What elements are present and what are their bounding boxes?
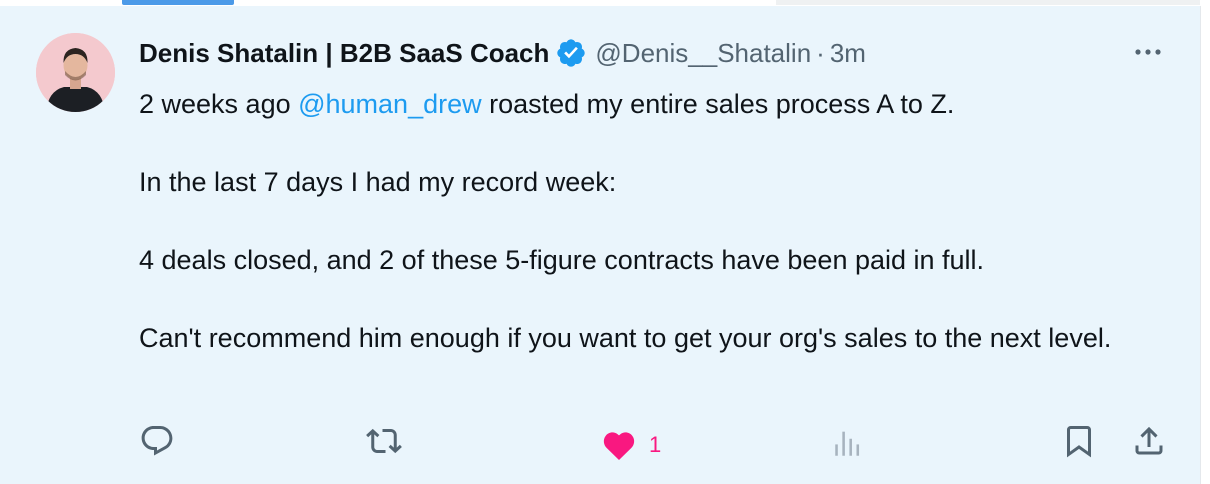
author-name[interactable]: Denis Shatalin | B2B SaaS Coach	[139, 38, 549, 69]
retweet-button[interactable]	[366, 423, 402, 459]
retweet-icon	[366, 428, 402, 454]
tweet-paragraph-1: 2 weeks ago @human_drew roasted my entir…	[139, 85, 1159, 124]
tab-divider	[776, 0, 1200, 5]
tweet-paragraph-2: In the last 7 days I had my record week:	[139, 167, 617, 197]
share-button[interactable]	[1131, 423, 1167, 459]
tweet[interactable]: Denis Shatalin | B2B SaaS Coach @Denis__…	[0, 6, 1201, 484]
mention-link[interactable]: @human_drew	[298, 89, 482, 119]
tweet-paragraph-3: 4 deals closed, and 2 of these 5-figure …	[139, 245, 985, 275]
reply-button[interactable]	[139, 423, 175, 459]
verified-badge-icon[interactable]	[555, 37, 587, 69]
tweet-text: 2 weeks ago @human_drew roasted my entir…	[139, 85, 1159, 358]
more-icon[interactable]	[1130, 40, 1166, 64]
tweet-header: Denis Shatalin | B2B SaaS Coach @Denis__…	[139, 36, 866, 70]
views-button[interactable]	[831, 426, 865, 460]
tweet-text-span: 2 weeks ago	[139, 89, 299, 119]
share-icon	[1135, 426, 1163, 455]
reply-icon	[141, 426, 173, 456]
author-handle[interactable]: @Denis__Shatalin	[595, 38, 811, 69]
timestamp[interactable]: 3m	[830, 38, 866, 69]
tweet-paragraph-4: Can't recommend him enough if you want t…	[139, 323, 1112, 353]
tweet-text-span: roasted my entire sales process A to Z.	[481, 89, 955, 119]
like-button[interactable]: 1	[601, 428, 661, 462]
bookmark-icon	[1067, 426, 1091, 458]
avatar-image	[36, 33, 115, 112]
heart-icon	[603, 432, 635, 460]
views-icon	[835, 431, 860, 456]
avatar[interactable]	[36, 33, 115, 112]
bookmark-button[interactable]	[1061, 423, 1097, 459]
active-tab-indicator	[122, 0, 234, 5]
like-count: 1	[649, 432, 662, 457]
separator-dot: ·	[816, 37, 825, 68]
